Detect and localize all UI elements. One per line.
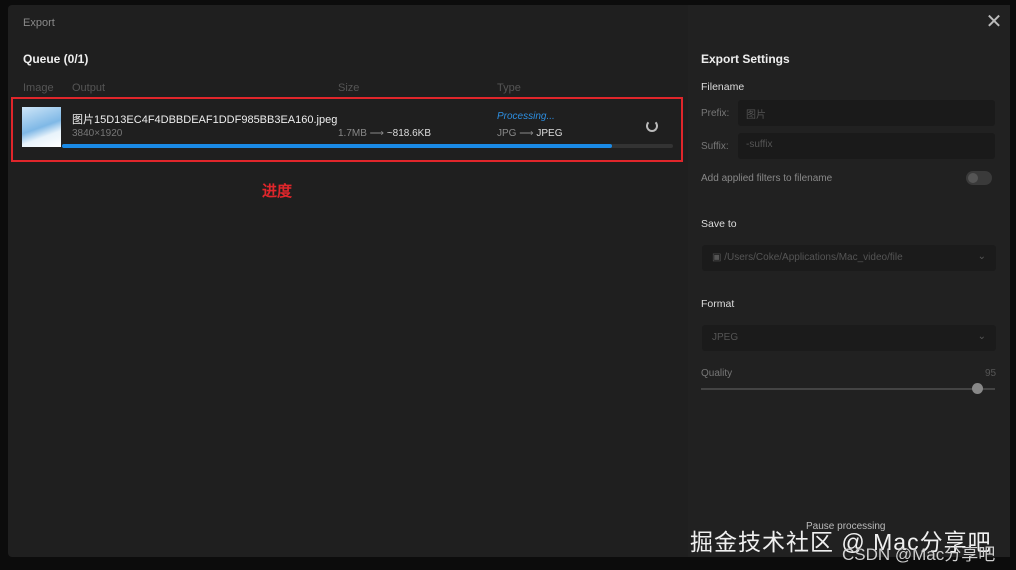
quality-slider[interactable] (701, 388, 995, 390)
progress-annotation: 进度 (262, 183, 293, 200)
header-output: Output (72, 82, 106, 94)
folder-icon: ▣ (712, 252, 722, 263)
suffix-input[interactable]: -suffix (738, 133, 995, 159)
spinner-icon (646, 120, 658, 132)
filters-label: Add applied filters to filename (701, 173, 833, 184)
watermark-csdn: CSDN @Mac分享吧 (842, 545, 996, 564)
settings-title: Export Settings (701, 52, 790, 66)
header-image: Image (23, 82, 54, 94)
file-type: JPG ⟶ JPEG (497, 128, 563, 139)
output-filename: 图片15D13EC4F4DBBDEAF1DDF985BB3EA160.jpeg (72, 114, 338, 126)
format-label: Format (701, 298, 735, 310)
export-settings-panel: Export Settings Filename Prefix: 图片 Suff… (688, 5, 1010, 557)
header-type: Type (497, 82, 521, 94)
prefix-input[interactable]: 图片 (738, 100, 995, 126)
quality-slider-thumb[interactable] (972, 383, 983, 394)
size-from: 1.7MB (338, 128, 367, 139)
image-thumbnail (22, 107, 61, 147)
save-path-dropdown[interactable]: ▣ /Users/Coke/Applications/Mac_video/fil… (702, 245, 996, 271)
export-dialog: Export Queue (0/1) Image Output Size Typ… (8, 5, 1010, 557)
image-dimensions: 3840×1920 (72, 128, 123, 139)
filename-label: Filename (701, 81, 745, 93)
chevron-down-icon: ⌄ (977, 331, 986, 342)
file-size: 1.7MB ⟶ ~818.6KB (338, 128, 432, 139)
processing-status: Processing... (497, 111, 555, 122)
queue-title: Queue (0/1) (23, 52, 89, 66)
save-path: /Users/Coke/Applications/Mac_video/file (724, 252, 903, 263)
size-to: ~818.6KB (386, 128, 432, 139)
header-size: Size (338, 82, 360, 94)
format-dropdown[interactable]: JPEG ⌄ (702, 325, 996, 351)
type-from: JPG (497, 128, 517, 139)
quality-label: Quality (701, 368, 733, 379)
chevron-down-icon: ⌄ (977, 251, 986, 262)
progress-fill (62, 144, 612, 148)
save-to-label: Save to (701, 218, 737, 230)
format-value: JPEG (712, 332, 739, 343)
filters-toggle[interactable] (966, 171, 992, 185)
close-icon[interactable]: ✕ (985, 12, 1003, 32)
suffix-label: Suffix: (701, 141, 729, 152)
quality-value: 95 (985, 368, 997, 379)
progress-bar (62, 144, 673, 148)
window-title: Export (23, 17, 55, 29)
type-to: JPEG (536, 128, 563, 139)
prefix-label: Prefix: (701, 108, 730, 119)
